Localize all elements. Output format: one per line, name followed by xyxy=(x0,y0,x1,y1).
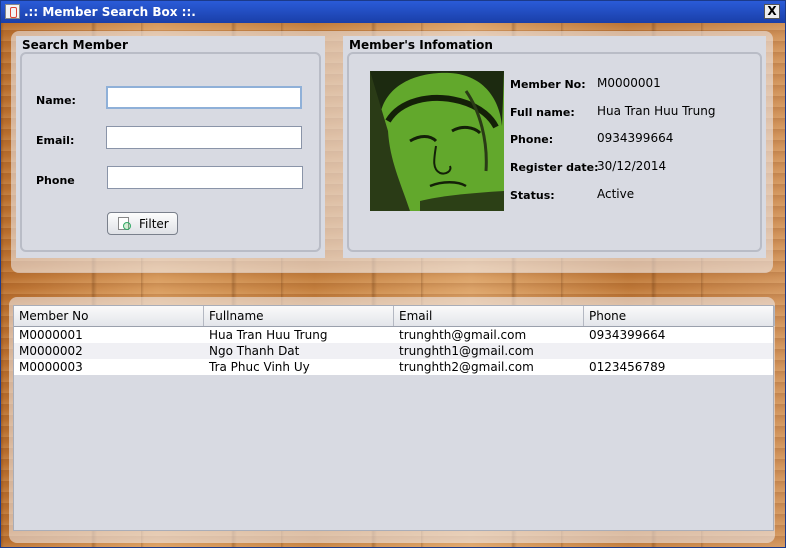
member-photo xyxy=(370,71,504,211)
cell-member-no: M0000001 xyxy=(19,328,83,342)
cell-phone: 0934399664 xyxy=(589,328,666,342)
member-no-value: M0000001 xyxy=(597,76,661,90)
title-bar[interactable]: .:: Member Search Box ::. X xyxy=(1,1,785,23)
status-value: Active xyxy=(597,187,635,201)
member-info-panel: Member's Infomation Member No: M0000001 … xyxy=(343,36,766,258)
phone-label: Phone xyxy=(36,174,75,187)
phone-input[interactable] xyxy=(107,166,303,189)
info-panel-title: Member's Infomation xyxy=(349,38,493,52)
table-row[interactable]: M0000003 Tra Phuc Vinh Uy trunghth2@gmai… xyxy=(14,359,773,375)
member-info-box: Member No: M0000001 Full name: Hua Tran … xyxy=(347,52,762,252)
phone-info-value: 0934399664 xyxy=(597,131,674,145)
cell-fullname: Hua Tran Huu Trung xyxy=(209,328,328,342)
cell-email: trunghth@gmail.com xyxy=(399,328,527,342)
name-input[interactable] xyxy=(106,86,302,109)
search-member-panel: Search Member Name: Email: Phone Filter xyxy=(16,36,325,258)
phone-info-label: Phone: xyxy=(510,133,554,146)
column-header-fullname[interactable]: Fullname xyxy=(204,306,394,326)
cell-phone: 0123456789 xyxy=(589,360,666,374)
wood-background: Search Member Name: Email: Phone Filter … xyxy=(1,23,785,547)
member-no-label: Member No: xyxy=(510,78,586,91)
close-button[interactable]: X xyxy=(764,4,780,19)
cell-email: trunghth2@gmail.com xyxy=(399,360,534,374)
search-panel-title: Search Member xyxy=(22,38,128,52)
register-date-value: 30/12/2014 xyxy=(597,159,667,173)
column-header-member-no[interactable]: Member No xyxy=(14,306,204,326)
cell-member-no: M0000002 xyxy=(19,344,83,358)
column-header-phone[interactable]: Phone xyxy=(584,306,775,326)
members-table[interactable]: Member No Fullname Email Phone M0000001 … xyxy=(13,305,775,531)
cell-phone xyxy=(584,343,589,359)
table-row[interactable]: M0000001 Hua Tran Huu Trung trunghth@gma… xyxy=(14,327,773,343)
email-label: Email: xyxy=(36,134,75,147)
cell-member-no: M0000003 xyxy=(19,360,83,374)
filter-button-label: Filter xyxy=(139,217,169,231)
fullname-value: Hua Tran Huu Trung xyxy=(597,104,716,118)
cell-fullname: Ngo Thanh Dat xyxy=(209,344,300,358)
name-label: Name: xyxy=(36,94,76,107)
java-app-icon xyxy=(5,4,20,19)
filter-search-icon xyxy=(118,217,131,230)
table-header: Member No Fullname Email Phone xyxy=(14,306,775,327)
fullname-label: Full name: xyxy=(510,106,575,119)
member-search-window: .:: Member Search Box ::. X Search Membe… xyxy=(0,0,786,548)
search-form-box: Name: Email: Phone Filter xyxy=(20,52,321,252)
column-header-email[interactable]: Email xyxy=(394,306,584,326)
cell-fullname: Tra Phuc Vinh Uy xyxy=(209,360,310,374)
register-date-label: Register date: xyxy=(510,161,599,174)
status-label: Status: xyxy=(510,189,555,202)
table-row[interactable]: M0000002 Ngo Thanh Dat trunghth1@gmail.c… xyxy=(14,343,773,359)
window-title: .:: Member Search Box ::. xyxy=(24,5,196,19)
cell-email: trunghth1@gmail.com xyxy=(399,344,534,358)
email-input[interactable] xyxy=(106,126,302,149)
filter-button[interactable]: Filter xyxy=(107,212,178,235)
